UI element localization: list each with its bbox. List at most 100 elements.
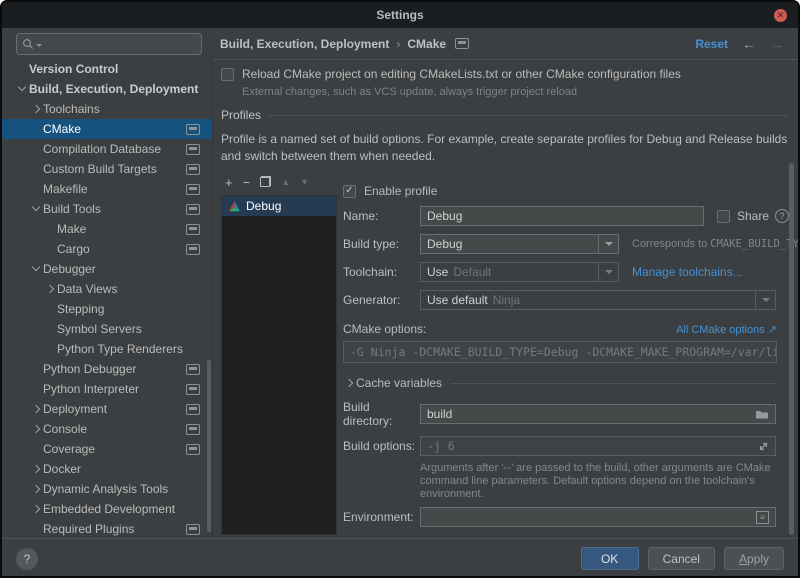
enable-profile-label: Enable profile bbox=[364, 184, 437, 198]
sidebar-item-label: Dynamic Analysis Tools bbox=[43, 482, 168, 496]
title-bar[interactable]: Settings ✕ bbox=[2, 2, 798, 28]
copy-profile-button[interactable] bbox=[260, 176, 271, 189]
sidebar-item-label: Version Control bbox=[29, 62, 118, 76]
sidebar-item-version-control[interactable]: Version Control bbox=[2, 59, 212, 79]
chevron-right-icon[interactable] bbox=[44, 283, 57, 296]
cmake-options-input[interactable]: -G Ninja -DCMAKE_BUILD_TYPE=Debug -DCMAK… bbox=[343, 341, 777, 363]
sidebar-item-python-interpreter[interactable]: Python Interpreter bbox=[2, 379, 212, 399]
sidebar-item-label: Cargo bbox=[57, 242, 90, 256]
sidebar-item-label: Symbol Servers bbox=[57, 322, 142, 336]
build-options-input[interactable]: -j 6 bbox=[420, 436, 776, 456]
remove-profile-button[interactable]: − bbox=[243, 176, 251, 189]
window-title: Settings bbox=[376, 8, 423, 22]
chevron-right-icon[interactable] bbox=[30, 103, 43, 116]
name-input[interactable]: Debug bbox=[420, 206, 704, 226]
sidebar-item-label: Python Interpreter bbox=[43, 382, 139, 396]
chevron-right-icon[interactable] bbox=[30, 503, 43, 516]
all-cmake-options-link[interactable]: All CMake options ↗ bbox=[676, 323, 777, 336]
search-input[interactable] bbox=[16, 33, 202, 55]
chevron-right-icon[interactable] bbox=[30, 403, 43, 416]
environment-variables-icon[interactable]: ≡ bbox=[756, 511, 769, 524]
search-field[interactable] bbox=[44, 37, 199, 51]
chevron-down-icon[interactable] bbox=[598, 263, 618, 281]
build-directory-input[interactable]: build bbox=[420, 404, 776, 424]
sidebar-item-dynamic-analysis-tools[interactable]: Dynamic Analysis Tools bbox=[2, 479, 212, 499]
build-type-row: Build type: Debug Corresponds to CMAKE_B… bbox=[343, 234, 798, 254]
sidebar-item-cmake[interactable]: CMake bbox=[2, 119, 212, 139]
chevron-right-icon bbox=[343, 377, 356, 390]
sidebar-item-docker[interactable]: Docker bbox=[2, 459, 212, 479]
folder-icon[interactable] bbox=[755, 409, 769, 420]
profile-list-toolbar: +−▲▼ bbox=[221, 172, 337, 192]
toolchain-select[interactable]: UseDefault bbox=[420, 262, 619, 282]
generator-select[interactable]: Use defaultNinja bbox=[420, 290, 776, 310]
chevron-right-icon[interactable] bbox=[30, 483, 43, 496]
sidebar-item-compilation-database[interactable]: Compilation Database bbox=[2, 139, 212, 159]
chevron-right-icon[interactable] bbox=[30, 463, 43, 476]
build-type-select[interactable]: Debug bbox=[420, 234, 619, 254]
ok-button[interactable]: OK bbox=[581, 547, 639, 570]
chevron-right-icon[interactable] bbox=[30, 423, 43, 436]
help-button[interactable]: ? bbox=[16, 548, 38, 570]
sidebar-item-cargo[interactable]: Cargo bbox=[2, 239, 212, 259]
sidebar-item-toolchains[interactable]: Toolchains bbox=[2, 99, 212, 119]
forward-arrow-icon: → bbox=[770, 36, 784, 52]
sidebar-item-coverage[interactable]: Coverage bbox=[2, 439, 212, 459]
share-help-icon[interactable]: ? bbox=[775, 209, 789, 223]
sidebar-item-build-execution-deployment[interactable]: Build, Execution, Deployment bbox=[2, 79, 212, 99]
reload-cmake-checkbox-row[interactable]: Reload CMake project on editing CMakeLis… bbox=[221, 67, 788, 81]
sidebar-item-custom-build-targets[interactable]: Custom Build Targets bbox=[2, 159, 212, 179]
sidebar-item-make[interactable]: Make bbox=[2, 219, 212, 239]
sidebar-item-data-views[interactable]: Data Views bbox=[2, 279, 212, 299]
search-filter-caret-icon[interactable] bbox=[36, 44, 42, 47]
cache-variables-toggle[interactable]: Cache variables bbox=[343, 376, 777, 390]
profile-name: Debug bbox=[246, 199, 281, 213]
enable-profile-checkbox[interactable]: ✓ bbox=[343, 185, 356, 198]
manage-toolchains-link[interactable]: Manage toolchains... bbox=[632, 265, 743, 279]
move-down-button: ▼ bbox=[300, 178, 309, 187]
chevron-down-icon[interactable] bbox=[598, 235, 618, 253]
search-icon bbox=[22, 38, 34, 50]
sidebar-item-embedded-development[interactable]: Embedded Development bbox=[2, 499, 212, 519]
profiles-description: Profile is a named set of build options.… bbox=[221, 131, 798, 165]
profile-item-debug[interactable]: Debug bbox=[222, 196, 336, 216]
settings-dialog: Settings ✕ Build, Execution, Deployment … bbox=[0, 0, 800, 578]
back-arrow-icon[interactable]: ← bbox=[742, 36, 756, 52]
project-level-icon bbox=[186, 144, 200, 155]
project-level-icon bbox=[186, 184, 200, 195]
profile-list[interactable]: Debug bbox=[221, 195, 337, 535]
build-directory-row: Build directory: build bbox=[343, 400, 798, 428]
add-profile-button[interactable]: + bbox=[225, 176, 233, 189]
share-checkbox[interactable] bbox=[717, 210, 730, 223]
cancel-button[interactable]: Cancel bbox=[648, 547, 715, 570]
expand-icon[interactable] bbox=[758, 441, 769, 452]
content-scrollbar[interactable] bbox=[789, 163, 794, 535]
sidebar-item-python-type-renderers[interactable]: Python Type Renderers bbox=[2, 339, 212, 359]
reset-link[interactable]: Reset bbox=[695, 37, 728, 51]
sidebar-item-label: Custom Build Targets bbox=[43, 162, 157, 176]
sidebar-item-deployment[interactable]: Deployment bbox=[2, 399, 212, 419]
sidebar-item-debugger[interactable]: Debugger bbox=[2, 259, 212, 279]
sidebar-scrollbar[interactable] bbox=[207, 360, 211, 532]
environment-input[interactable]: ≡ bbox=[420, 507, 776, 527]
chevron-down-icon[interactable] bbox=[30, 203, 43, 216]
chevron-down-icon[interactable] bbox=[755, 291, 775, 309]
cache-variables-label: Cache variables bbox=[356, 376, 442, 390]
sidebar-item-required-plugins[interactable]: Required Plugins bbox=[2, 519, 212, 538]
generator-label: Generator: bbox=[343, 293, 420, 307]
chevron-down-icon[interactable] bbox=[16, 83, 29, 96]
breadcrumb-parent[interactable]: Build, Execution, Deployment bbox=[220, 37, 389, 51]
sidebar-item-stepping[interactable]: Stepping bbox=[2, 299, 212, 319]
chevron-down-icon[interactable] bbox=[30, 263, 43, 276]
sidebar-item-symbol-servers[interactable]: Symbol Servers bbox=[2, 319, 212, 339]
apply-button[interactable]: Apply bbox=[724, 547, 784, 570]
project-level-icon bbox=[186, 444, 200, 455]
reload-cmake-checkbox[interactable] bbox=[221, 68, 234, 81]
sidebar-item-python-debugger[interactable]: Python Debugger bbox=[2, 359, 212, 379]
close-icon[interactable]: ✕ bbox=[774, 9, 787, 22]
enable-profile-row[interactable]: ✓ Enable profile bbox=[343, 184, 798, 198]
sidebar-item-makefile[interactable]: Makefile bbox=[2, 179, 212, 199]
sidebar-item-console[interactable]: Console bbox=[2, 419, 212, 439]
sidebar-item-build-tools[interactable]: Build Tools bbox=[2, 199, 212, 219]
breadcrumb-separator: › bbox=[396, 37, 400, 51]
